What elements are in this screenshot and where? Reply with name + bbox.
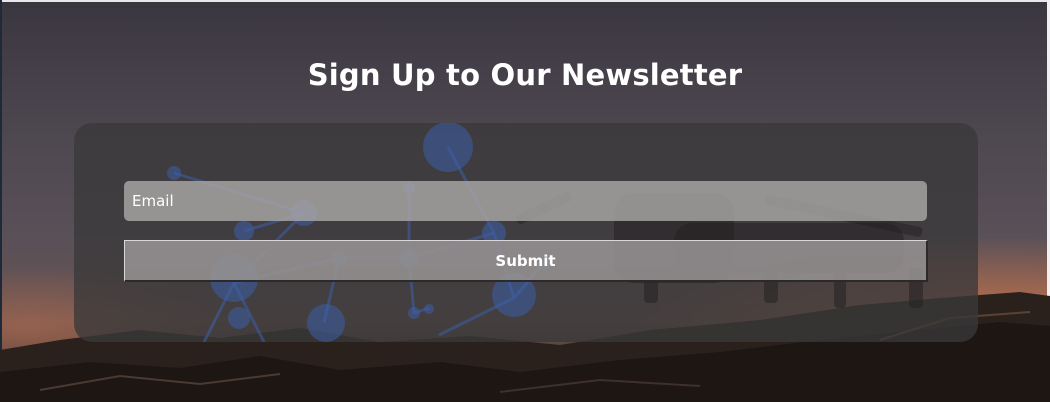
submit-button[interactable]: Submit — [124, 240, 928, 282]
newsletter-card: Submit — [74, 123, 978, 342]
network-graphic — [167, 123, 923, 342]
email-field[interactable] — [124, 181, 927, 221]
page-title: Sign Up to Our Newsletter — [307, 58, 743, 92]
